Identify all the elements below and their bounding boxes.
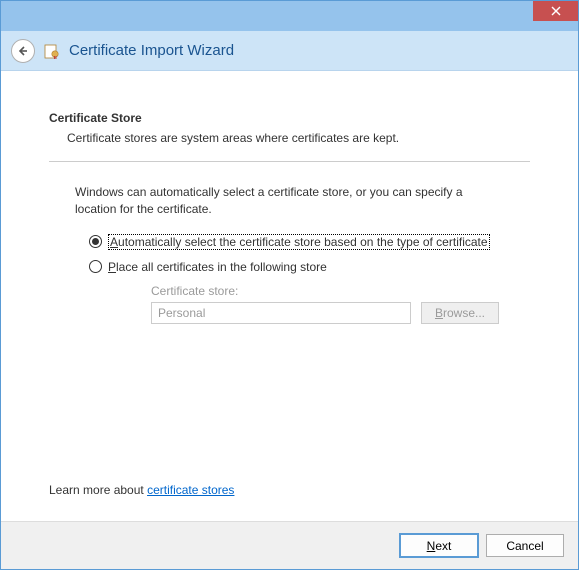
- page-title: Certificate Import Wizard: [69, 42, 234, 59]
- close-button[interactable]: [533, 1, 578, 21]
- footer-bar: Next Cancel: [1, 521, 578, 569]
- divider: [49, 161, 530, 162]
- store-row: Browse...: [151, 302, 530, 324]
- close-icon: [551, 6, 561, 16]
- header-bar: Certificate Import Wizard: [1, 31, 578, 71]
- browse-button: Browse...: [421, 302, 499, 324]
- instruction-text: Windows can automatically select a certi…: [75, 184, 504, 218]
- back-button[interactable]: [11, 39, 35, 63]
- radio-icon: [89, 235, 102, 248]
- radio-option-manual[interactable]: Place all certificates in the following …: [89, 260, 530, 274]
- store-subsection: Certificate store: Browse...: [151, 284, 530, 324]
- certificate-icon: [43, 42, 61, 60]
- radio-label-auto: Automatically select the certificate sto…: [108, 234, 490, 250]
- radio-label-manual: Place all certificates in the following …: [108, 260, 327, 274]
- radio-group-store-selection: Automatically select the certificate sto…: [89, 234, 530, 324]
- titlebar: [1, 1, 578, 31]
- radio-option-auto[interactable]: Automatically select the certificate sto…: [89, 234, 530, 250]
- learn-more-prefix: Learn more about: [49, 483, 147, 497]
- learn-more-link[interactable]: certificate stores: [147, 483, 234, 497]
- certificate-store-input: [151, 302, 411, 324]
- cancel-button[interactable]: Cancel: [486, 534, 564, 557]
- wizard-window: Certificate Import Wizard Certificate St…: [0, 0, 579, 570]
- section-title: Certificate Store: [49, 111, 530, 125]
- section-description: Certificate stores are system areas wher…: [67, 131, 530, 145]
- store-field-label: Certificate store:: [151, 284, 530, 298]
- content-area: Certificate Store Certificate stores are…: [1, 71, 578, 521]
- radio-icon: [89, 260, 102, 273]
- learn-more-text: Learn more about certificate stores: [49, 483, 234, 497]
- next-button[interactable]: Next: [400, 534, 478, 557]
- arrow-left-icon: [17, 45, 29, 57]
